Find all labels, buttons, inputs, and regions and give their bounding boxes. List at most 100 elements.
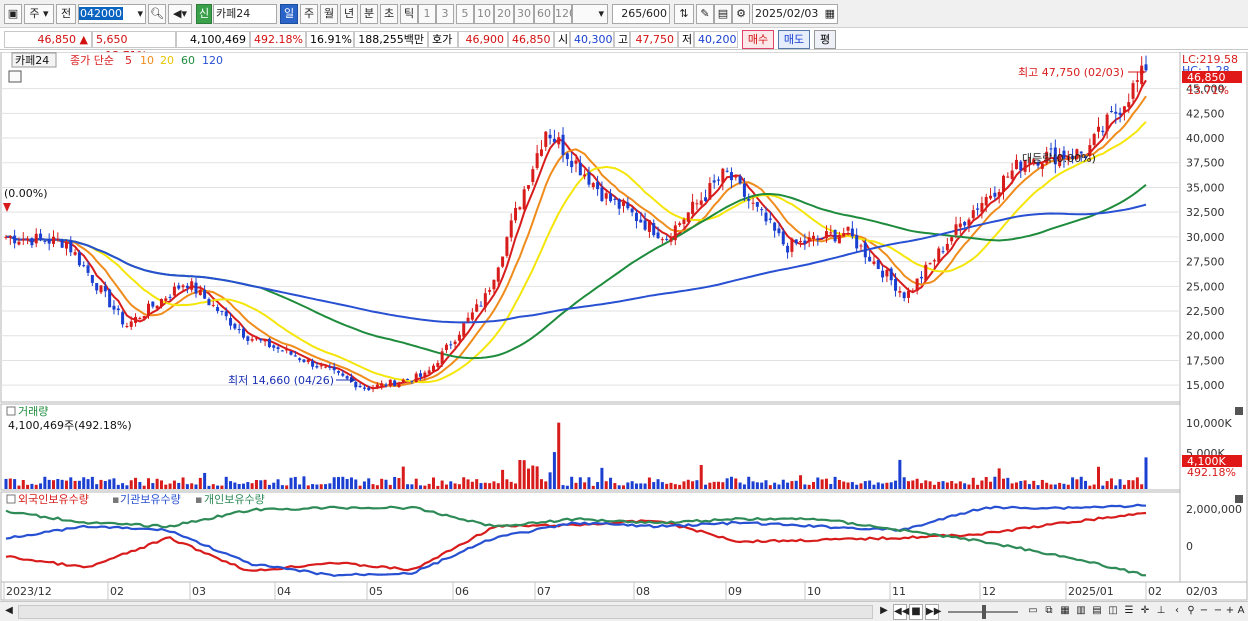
interval-dropdown[interactable]: ▾: [572, 4, 608, 24]
candle-body: [1135, 80, 1139, 82]
layout-grid-icon[interactable]: ▦: [1058, 604, 1072, 620]
candle-body: [535, 153, 539, 168]
x-tick-label: 10: [807, 585, 821, 598]
volume-panel-close-icon[interactable]: [1235, 407, 1243, 415]
scroll-left-icon[interactable]: ◀: [3, 604, 15, 620]
chart-svg[interactable]: 45,00042,50040,00037,50035,00032,50030,0…: [0, 51, 1248, 602]
panel-icon[interactable]: ▥: [1074, 604, 1088, 620]
candle-body: [678, 223, 682, 226]
tab-week[interactable]: 주: [300, 4, 318, 24]
candle-body: [410, 380, 414, 382]
candle-body: [242, 328, 245, 338]
forward-icon[interactable]: ▶▶: [925, 604, 941, 620]
volume-bar: [306, 485, 310, 489]
volume-bar: [267, 484, 271, 489]
period-select[interactable]: 주 ▾: [24, 4, 54, 24]
prev-button[interactable]: 전: [56, 4, 76, 24]
volume-bar: [315, 484, 319, 489]
scroll-right-icon[interactable]: ▶: [878, 604, 890, 620]
buy-button[interactable]: 매수: [742, 30, 774, 49]
interval-3[interactable]: 3: [436, 4, 454, 24]
count-field[interactable]: 265/600: [612, 4, 670, 24]
interval-30[interactable]: 30: [514, 4, 534, 24]
zoom-in-icon[interactable]: +: [1224, 604, 1236, 620]
tab-year[interactable]: 년: [340, 4, 358, 24]
magnifier-icon[interactable]: ⚲: [1184, 604, 1198, 620]
stock-code-input[interactable]: 042000 ▾: [78, 4, 146, 24]
candle-body: [941, 251, 945, 253]
candle-body: [647, 220, 651, 232]
candle-body: [1010, 170, 1014, 179]
speaker-icon[interactable]: ◀▾: [168, 4, 192, 24]
window-icon[interactable]: ▭: [1026, 604, 1040, 620]
holdings-panel-close-icon[interactable]: [1235, 495, 1243, 503]
holdings-toggle-icon[interactable]: [6, 494, 16, 504]
interval-1[interactable]: 1: [418, 4, 436, 24]
volume-toggle-icon[interactable]: [6, 406, 16, 416]
font-size-icon[interactable]: A: [1236, 604, 1246, 620]
copy-icon[interactable]: ⧉: [1042, 604, 1056, 620]
tab-month[interactable]: 월: [320, 4, 338, 24]
layout-icon[interactable]: ▣: [4, 4, 22, 24]
scroll-track[interactable]: [18, 605, 873, 619]
crosshair-icon[interactable]: ✛: [1138, 604, 1152, 620]
interval-5[interactable]: 5: [456, 4, 474, 24]
price-y-tick: 42,500: [1186, 107, 1225, 120]
tab-minute[interactable]: 분: [360, 4, 378, 24]
volume-bar: [872, 484, 876, 489]
gear-icon[interactable]: ⚙: [732, 4, 750, 24]
candle-body: [423, 372, 427, 378]
candle-body: [462, 323, 466, 337]
search-icon[interactable]: 🔍︎: [148, 4, 166, 24]
volume-bar: [276, 479, 280, 489]
volume-bar: [380, 478, 384, 489]
scroll-bar[interactable]: ◀ ▶ ◀◀ ■ ▶▶ ▭ ⧉ ▦ ▥ ▤ ◫ ☰ ✛ ⊥ ‹ ⚲ − − + …: [0, 601, 1248, 621]
date-field[interactable]: 2025/02/03 ▦: [752, 4, 838, 24]
interval-60[interactable]: 60: [534, 4, 554, 24]
chart-icon[interactable]: ◫: [1106, 604, 1120, 620]
chevron-left-icon[interactable]: ‹: [1170, 604, 1184, 620]
compare-icon[interactable]: ⇅: [674, 4, 694, 24]
sell-button[interactable]: 매도: [778, 30, 810, 49]
chart-area[interactable]: 45,000 42,500 40,000 37,500 35,000 32,500 30,0…: [0, 51, 1248, 602]
volume-bar: [129, 480, 133, 489]
volume-bar: [479, 483, 483, 489]
candle-body: [73, 252, 77, 255]
save-icon[interactable]: ▤: [714, 4, 732, 24]
interval-10[interactable]: 10: [474, 4, 494, 24]
interval-120[interactable]: 120: [554, 4, 576, 24]
candle-body: [345, 376, 349, 379]
volume-bar: [194, 484, 198, 489]
stock-name-field[interactable]: 카페24: [213, 4, 277, 24]
calendar-icon[interactable]: ▦: [825, 5, 835, 23]
candle-body: [194, 282, 198, 294]
price-y-tick: 40,000: [1186, 132, 1225, 145]
tab-second[interactable]: 초: [380, 4, 398, 24]
zoom-slider-handle[interactable]: [982, 605, 986, 619]
holdings-tick-2m: 2,000,000: [1186, 503, 1242, 516]
table-icon[interactable]: [8, 70, 22, 83]
rewind-icon[interactable]: ◀◀: [893, 604, 909, 620]
tab-tick[interactable]: 틱: [400, 4, 418, 24]
list-icon[interactable]: ☰: [1122, 604, 1136, 620]
volume-bar: [984, 477, 988, 489]
stop-icon[interactable]: ■: [909, 604, 923, 620]
interval-20[interactable]: 20: [494, 4, 514, 24]
pin-icon[interactable]: ⊥: [1154, 604, 1168, 620]
volume-bar: [812, 482, 815, 489]
volume-bar: [1079, 476, 1083, 489]
zoom-out-icon[interactable]: −: [1198, 604, 1210, 620]
eval-button[interactable]: 평: [814, 30, 836, 49]
tab-day[interactable]: 일: [280, 4, 298, 24]
draw-icon[interactable]: ✎: [696, 4, 714, 24]
volume-bar: [95, 484, 99, 489]
candle-body: [380, 383, 384, 387]
candle-body: [147, 303, 150, 317]
volume-bar: [1131, 480, 1135, 489]
candle-body: [820, 237, 824, 239]
split-icon[interactable]: ▤: [1090, 604, 1104, 620]
chevron-down-icon[interactable]: ▾: [137, 5, 143, 23]
volume-bar: [436, 485, 440, 489]
candle-body: [945, 243, 949, 251]
legend-stock-name: 카페24: [15, 54, 49, 67]
